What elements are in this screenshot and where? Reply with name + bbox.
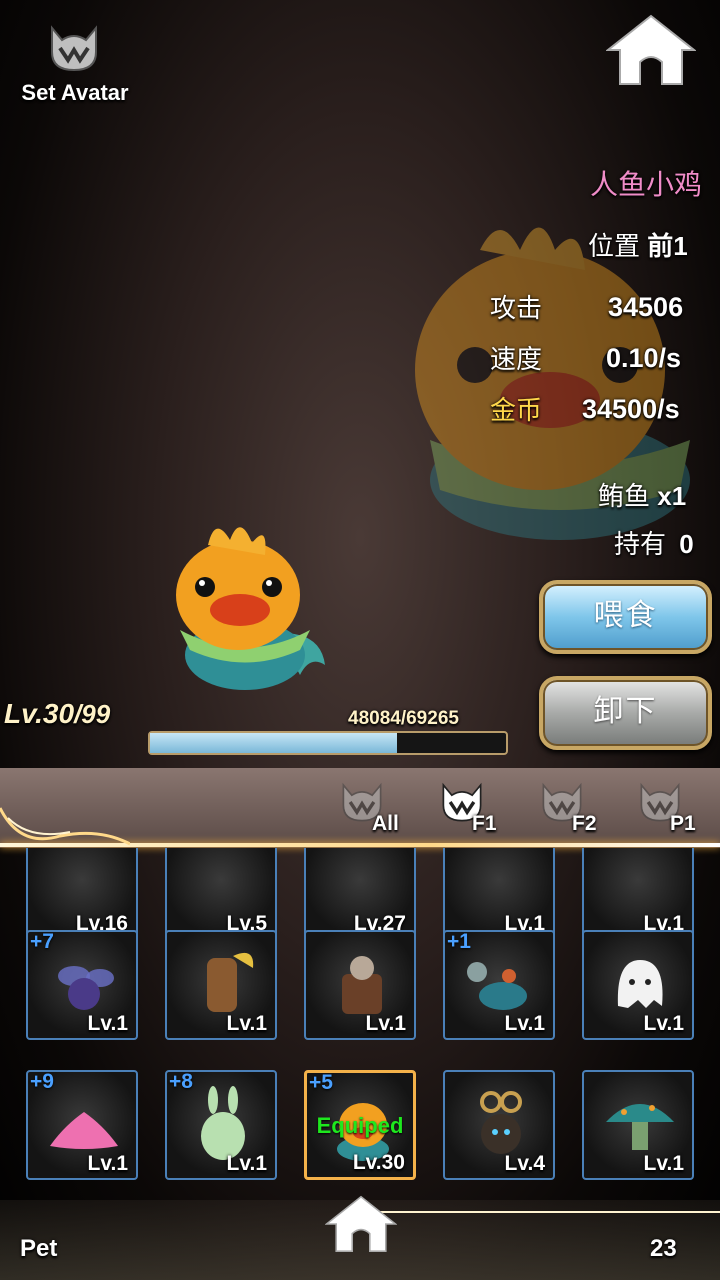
pet-grid: Lv.16 Lv.5 Lv.27 Lv.1 Lv.1 +7 Lv.1 Lv.1 … (0, 848, 720, 1198)
pet-slot[interactable]: Lv.1 (304, 930, 416, 1040)
plus-badge: +1 (447, 930, 471, 953)
exp-text: 48084/69265 (348, 708, 459, 729)
tab-f1-label: F1 (472, 812, 497, 835)
tab-all-label: All (372, 812, 399, 835)
pet-slot[interactable]: Lv.1 (582, 848, 694, 940)
tab-f1[interactable]: F1 (440, 780, 500, 840)
pet-level: Lv.4 (504, 1152, 545, 1175)
pet-slot[interactable]: Lv.4 (443, 1070, 555, 1180)
pet-slot[interactable]: Lv.27 (304, 848, 416, 940)
speed-label: 速度 (490, 344, 543, 374)
pet-level: Lv.1 (643, 1152, 684, 1175)
pet-level: Lv.1 (87, 1012, 128, 1035)
pet-count: 23 (650, 1235, 677, 1262)
pet-slot[interactable]: +7 Lv.1 (26, 930, 138, 1040)
pet-slot[interactable]: Lv.1 (165, 930, 277, 1040)
level-display: Lv.30/99 (4, 698, 110, 730)
owned-label: 持有 (614, 529, 667, 559)
pet-slot-selected[interactable]: +5 Equiped Lv.30 (304, 1070, 416, 1180)
food-value: x1 (657, 481, 687, 511)
set-avatar-button[interactable]: Set Avatar (10, 18, 140, 110)
home-icon[interactable] (325, 1192, 397, 1256)
pet-name: 人鱼小鸡 (589, 169, 702, 200)
set-avatar-label: Set Avatar (21, 80, 129, 105)
pet-slot[interactable]: +8 Lv.1 (165, 1070, 277, 1180)
food-row: 鲔鱼 x1 (598, 476, 686, 513)
position-row: 位置 前1 (588, 226, 688, 263)
plus-badge: +5 (309, 1071, 333, 1094)
tab-f2-label: F2 (572, 812, 597, 835)
pet-level: Lv.1 (365, 1012, 406, 1035)
exp-bar-fill (150, 733, 398, 753)
cat-emblem-icon (51, 25, 97, 72)
plus-badge: +8 (169, 1070, 193, 1093)
home-icon[interactable] (606, 12, 696, 88)
pet-level: Lv.1 (643, 1012, 684, 1035)
tab-f2[interactable]: F2 (540, 780, 600, 840)
owned-value: 0 (679, 529, 694, 559)
feed-button[interactable]: 喂食 (539, 580, 712, 654)
pet-level: Lv.1 (87, 1152, 128, 1175)
max-level: /99 (74, 699, 111, 729)
pet-slot[interactable]: +9 Lv.1 (26, 1070, 138, 1180)
attack-label: 攻击 (490, 293, 543, 323)
owned-row: 持有 0 (614, 524, 694, 561)
pet-level: Lv.1 (226, 1152, 267, 1175)
tab-all[interactable]: All (340, 780, 400, 840)
equipped-label: Equiped (316, 1113, 404, 1138)
tab-p1[interactable]: P1 (638, 780, 698, 840)
pet-sprite[interactable] (160, 515, 335, 695)
speed-value: 0.10/s (606, 343, 682, 373)
gold-label: 金币 (490, 395, 543, 425)
unload-button[interactable]: 卸下 (539, 676, 712, 750)
gold-value: 34500/s (582, 394, 680, 424)
plus-badge: +9 (30, 1070, 54, 1093)
pet-slot[interactable]: +1 Lv.1 (443, 930, 555, 1040)
position-value: 前1 (647, 231, 688, 261)
ornament-swirl (0, 807, 130, 846)
pet-level: Lv.1 (504, 1012, 545, 1035)
food-label: 鲔鱼 (598, 481, 651, 511)
attack-value: 34506 (608, 292, 684, 322)
pet-level: Lv.30 (352, 1151, 405, 1174)
footer-title: Pet (20, 1235, 58, 1262)
level-value: Lv.30 (4, 698, 75, 729)
tab-p1-label: P1 (670, 812, 696, 835)
pet-slot[interactable]: Lv.1 (582, 930, 694, 1040)
position-label: 位置 (588, 231, 641, 261)
pet-slot[interactable]: Lv.5 (165, 848, 277, 940)
pet-level: Lv.1 (226, 1012, 267, 1035)
exp-bar (148, 731, 508, 755)
pet-slot[interactable]: Lv.1 (582, 1070, 694, 1180)
pet-slot[interactable]: Lv.1 (443, 848, 555, 940)
pet-slot[interactable]: Lv.16 (26, 848, 138, 940)
footer-divider (380, 1211, 720, 1213)
plus-badge: +7 (30, 930, 54, 953)
